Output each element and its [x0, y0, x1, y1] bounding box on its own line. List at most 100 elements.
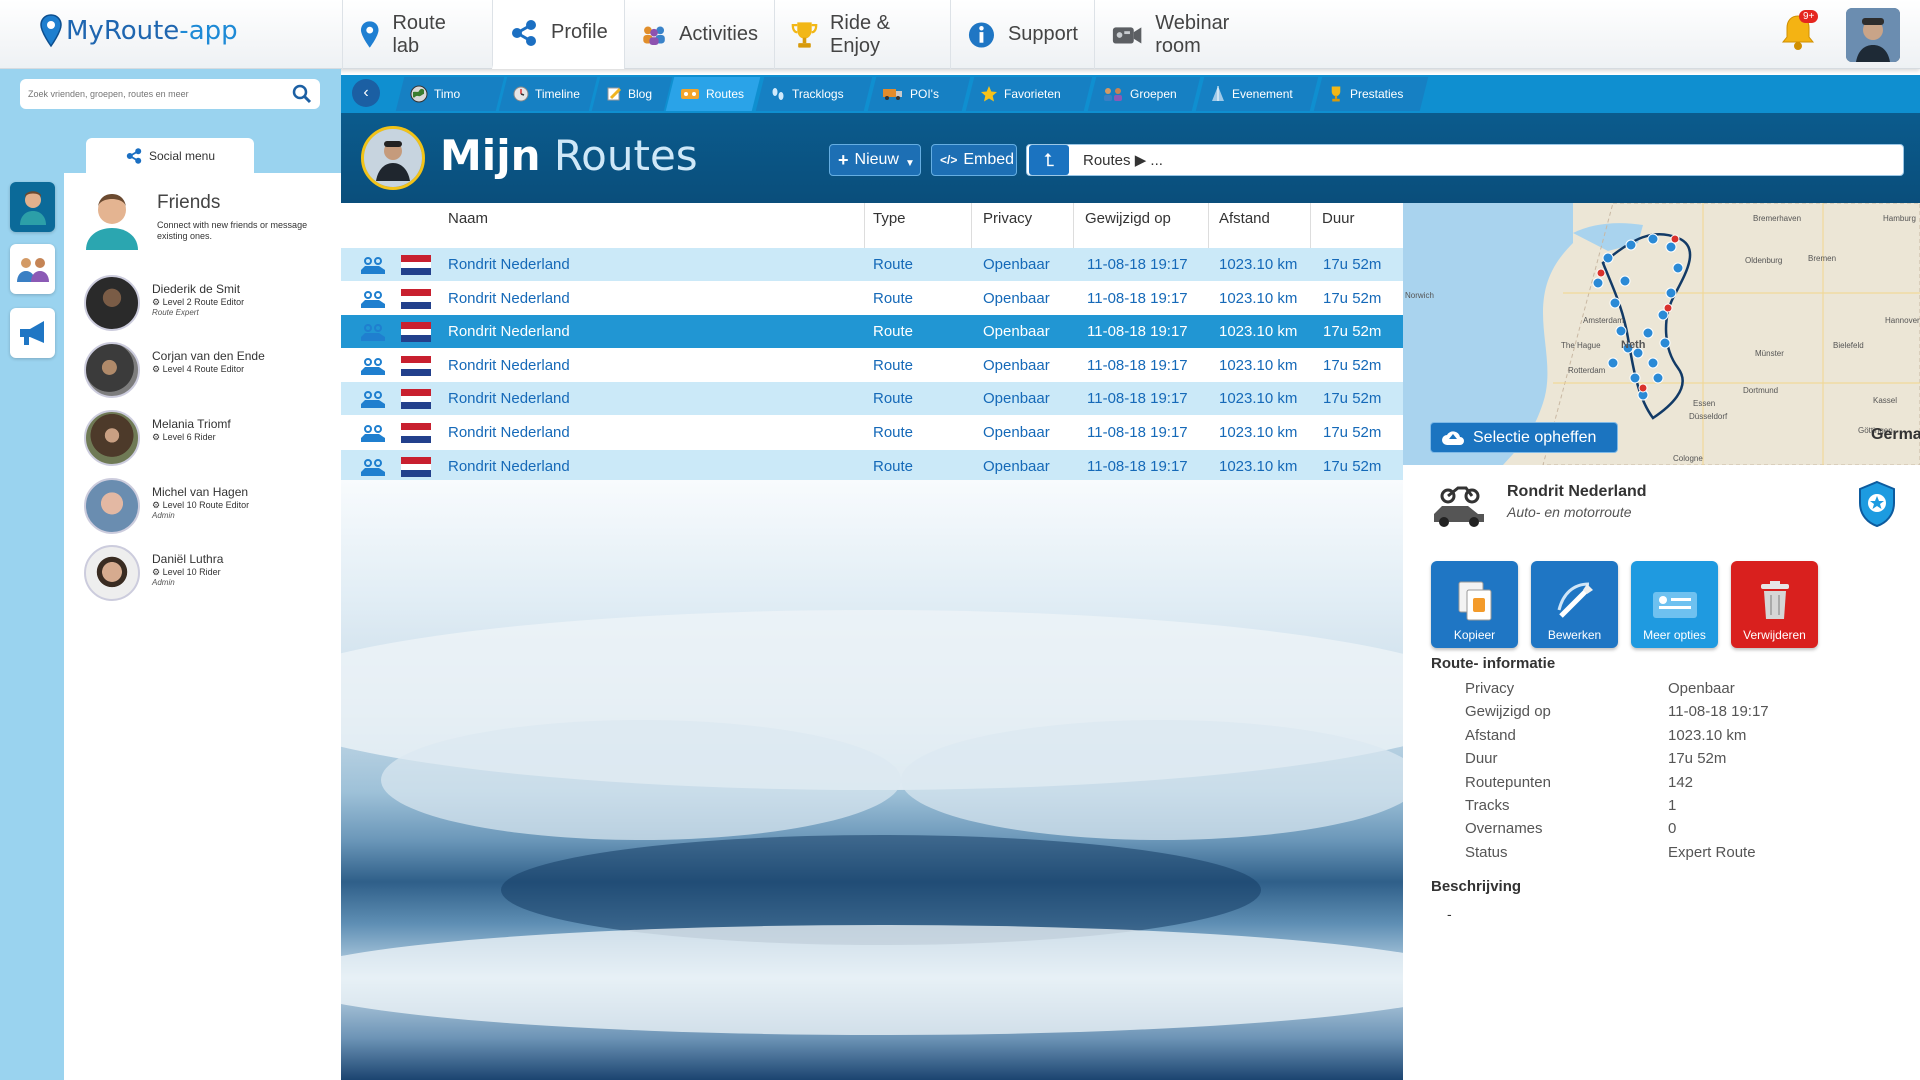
sidebar-friends-button[interactable] [10, 182, 55, 232]
cell-name[interactable]: Rondrit Nederland [448, 458, 570, 475]
trash-icon [1760, 581, 1789, 619]
subtab-groepen[interactable]: Groepen [1087, 77, 1201, 111]
column-divider [1073, 203, 1074, 248]
nav-label: Profile [551, 21, 608, 43]
embed-button-label: Embed [963, 151, 1015, 168]
cell-modified: 11-08-18 19:17 [1087, 289, 1188, 307]
sidebar-announcements-button[interactable] [10, 308, 55, 358]
friend-level: ⚙ Level 4 Route Editor [152, 364, 245, 374]
column-header-type[interactable]: Type [873, 210, 906, 227]
copy-button[interactable]: Kopieer [1431, 561, 1518, 648]
info-key: Privacy [1465, 680, 1515, 697]
column-header-gewijzigd-op[interactable]: Gewijzigd op [1085, 210, 1171, 227]
deselect-button[interactable]: Selectie opheffen [1430, 422, 1618, 453]
subtab-timeline[interactable]: Timeline [498, 77, 598, 111]
nav-ride-enjoy[interactable]: Ride & Enjoy [774, 0, 950, 69]
cell-type: Route [873, 390, 914, 408]
rider-photo-icon [364, 129, 422, 187]
map-label: Cologne [1673, 454, 1703, 463]
column-header-afstand[interactable]: Afstand [1219, 210, 1270, 227]
table-row[interactable]: Rondrit Nederland Route Openbaar 11-08-18 1… [341, 349, 1403, 382]
cell-name[interactable]: Rondrit Nederland [448, 256, 570, 273]
page-title: Mijn Routes [440, 131, 698, 180]
chevron-left-icon: ‹ [363, 84, 369, 101]
nav-support[interactable]: Support [950, 0, 1094, 69]
cell-modified: 11-08-18 19:17 [1087, 356, 1188, 374]
info-value: 142 [1668, 773, 1694, 791]
nav-label: Support [1007, 23, 1078, 45]
table-row[interactable]: Rondrit Nederland Route Openbaar 11-08-18 1… [341, 382, 1403, 416]
subtab-timo[interactable]: Timo [395, 77, 505, 111]
cell-distance: 1023.10 km [1219, 424, 1298, 441]
table-row[interactable]: Rondrit Nederland Route Openbaar 11-08-18 1… [341, 315, 1403, 349]
cell-type: Route [873, 256, 914, 273]
nav-webinar-room[interactable]: Webinar room [1094, 0, 1290, 69]
truck-icon [883, 89, 902, 100]
breadcrumb-path[interactable]: Routes ▶ ... [1083, 151, 1163, 169]
back-button[interactable]: ‹ [352, 79, 380, 107]
nav-profile[interactable]: Profile [492, 0, 624, 69]
share-icon [126, 147, 142, 164]
folder-up-button[interactable]: ⮤ [1029, 145, 1069, 175]
subtab-tracklogs[interactable]: Tracklogs [755, 77, 873, 111]
embed-button[interactable]: </> Embed [931, 144, 1017, 176]
cell-name[interactable]: Rondrit Nederland [448, 357, 570, 374]
search-input[interactable] [28, 89, 292, 99]
cell-distance: 1023.10 km [1219, 457, 1298, 475]
friend-item[interactable]: Melania Triomf ⚙ Level 6 Rider [84, 408, 324, 468]
nav-activities[interactable]: Activities [624, 0, 774, 69]
myroute-logo[interactable]: MyRoute-app [40, 14, 238, 48]
friend-item[interactable]: Daniël Luthra ⚙ Level 10 Rider Admin [84, 543, 324, 603]
new-button[interactable]: + Nieuw ▼ [829, 144, 921, 176]
friend-item[interactable]: Michel van Hagen ⚙ Level 10 Route Editor… [84, 476, 324, 536]
cloud-upload-icon [1442, 430, 1464, 445]
cell-duration: 17u 52m [1323, 323, 1382, 341]
cell-type: Route [873, 356, 914, 374]
user-avatar[interactable] [1846, 8, 1900, 62]
subtab-blog[interactable]: Blog [591, 77, 673, 111]
location-pin-icon [360, 20, 379, 48]
cell-privacy: Openbaar [983, 289, 1050, 307]
table-row[interactable]: Rondrit Nederland Route Openbaar 11-08-18 1… [341, 416, 1403, 449]
friend-item[interactable]: Diederik de Smit ⚙ Level 2 Route Editor … [84, 273, 324, 333]
cell-privacy: Openbaar [983, 457, 1050, 475]
delete-button[interactable]: Verwijderen [1731, 561, 1818, 648]
cell-privacy: Openbaar [983, 390, 1050, 408]
deselect-button-label: Selectie opheffen [1473, 428, 1597, 446]
cell-name[interactable]: Rondrit Nederland [448, 290, 570, 307]
dutch-flag-icon [401, 423, 431, 443]
sidebar-groups-button[interactable] [10, 244, 55, 294]
star-icon [981, 86, 997, 102]
cell-name[interactable]: Rondrit Nederland [448, 323, 570, 340]
subtab-prestaties[interactable]: Prestaties [1313, 77, 1429, 111]
cell-name[interactable]: Rondrit Nederland [448, 424, 570, 441]
column-header-privacy[interactable]: Privacy [983, 210, 1032, 227]
search-box[interactable] [20, 79, 320, 109]
more-options-button[interactable]: Meer opties [1631, 561, 1718, 648]
profile-avatar[interactable] [361, 126, 425, 190]
friend-item[interactable]: Corjan van den Ende ⚙ Level 4 Route Edit… [84, 340, 324, 400]
column-header-duur[interactable]: Duur [1322, 210, 1355, 227]
arrow-up-icon: ⮤ [1043, 149, 1055, 170]
column-header-naam[interactable]: Naam [448, 210, 488, 227]
subtab-pois[interactable]: POI's [867, 77, 971, 111]
table-row[interactable]: Rondrit Nederland Route Openbaar 11-08-18 1… [341, 449, 1403, 483]
subtab-routes[interactable]: Routes [665, 77, 761, 111]
table-row[interactable]: Rondrit Nederland Route Openbaar 11-08-18 1… [341, 282, 1403, 315]
edit-button[interactable]: Bewerken [1531, 561, 1618, 648]
description-title: Beschrijving [1431, 878, 1522, 895]
subtab-favorieten[interactable]: Favorieten [965, 77, 1093, 111]
subtab-evenement[interactable]: Evenement [1195, 77, 1319, 111]
info-value: Openbaar [1668, 680, 1735, 697]
search-icon[interactable] [292, 84, 312, 104]
map-label: Essen [1693, 399, 1715, 408]
cell-distance: 1023.10 km [1219, 289, 1298, 307]
cell-name[interactable]: Rondrit Nederland [448, 390, 570, 407]
social-menu-tab[interactable]: Social menu [86, 138, 254, 173]
page-title-light: Routes [553, 131, 698, 180]
nav-route-lab[interactable]: Route lab [342, 0, 492, 69]
column-divider [864, 203, 865, 248]
table-row[interactable]: Rondrit Nederland Route Openbaar 11-08-18 1… [341, 248, 1403, 281]
map-label: Norwich [1405, 291, 1434, 300]
new-button-label: Nieuw [854, 151, 899, 168]
